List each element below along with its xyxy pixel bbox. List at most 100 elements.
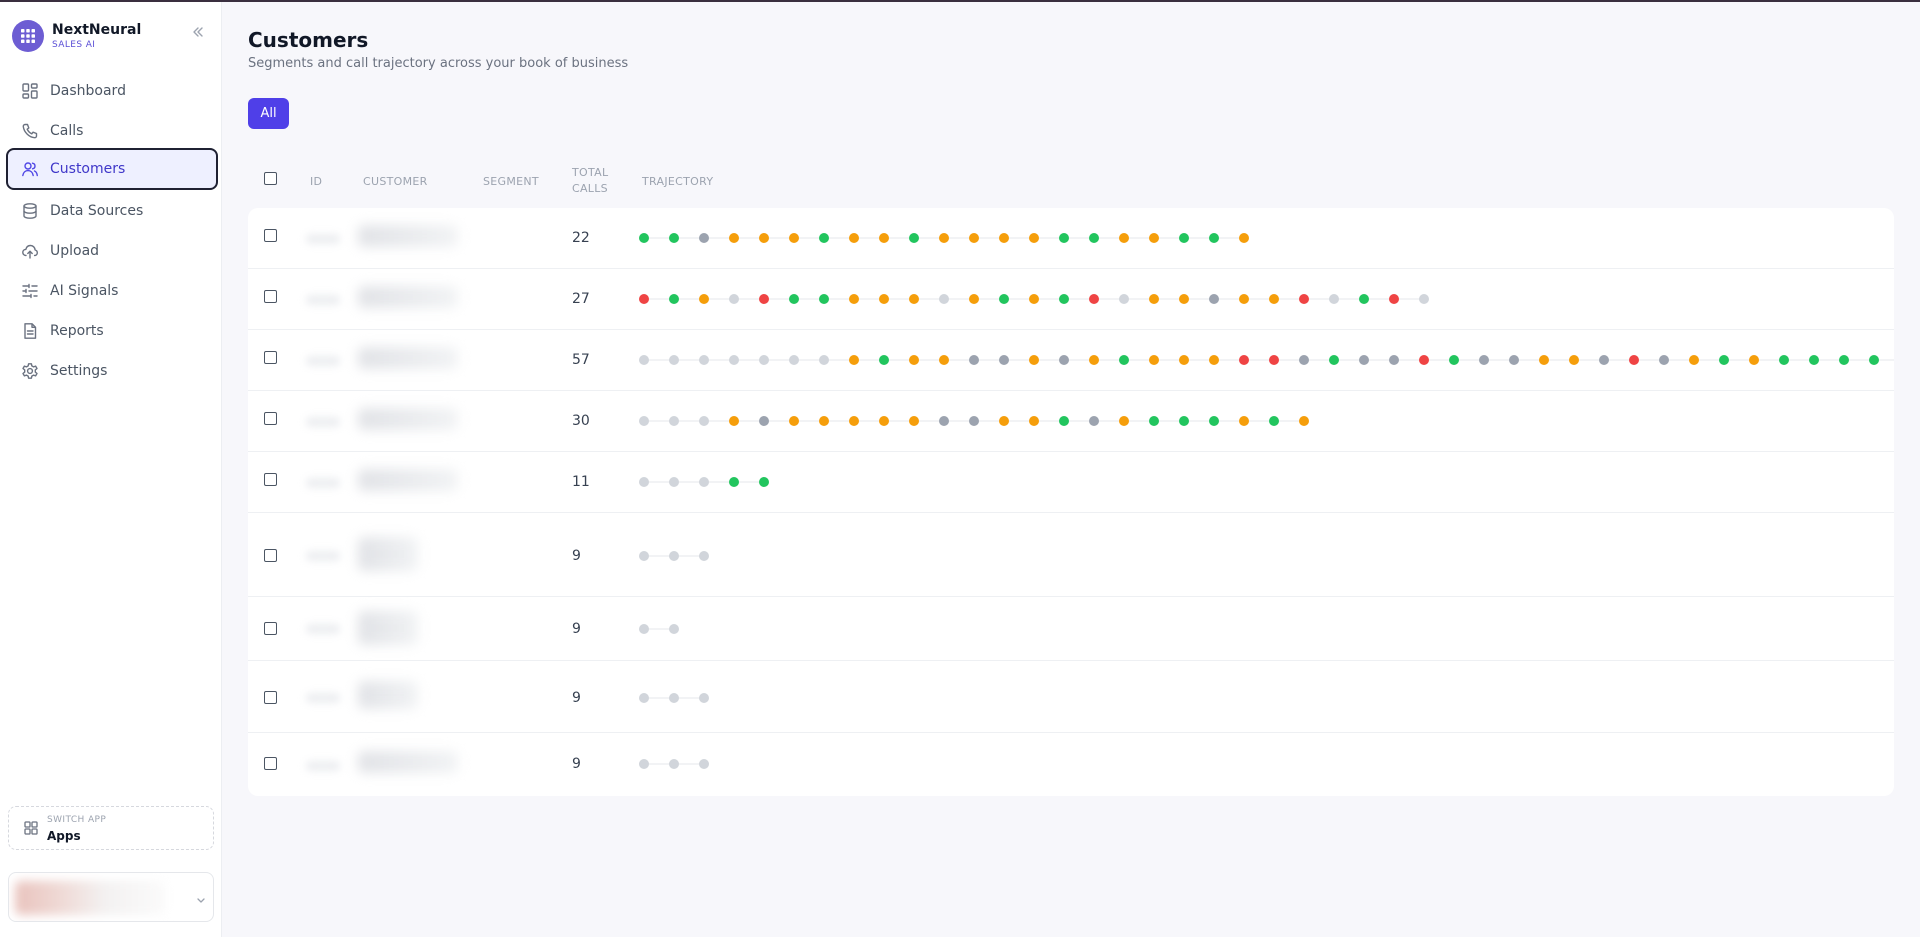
trajectory-dot[interactable]	[1149, 416, 1159, 426]
trajectory-dot[interactable]	[789, 233, 799, 243]
trajectory-dot[interactable]	[669, 355, 679, 365]
trajectory-dot[interactable]	[969, 294, 979, 304]
trajectory-dot[interactable]	[639, 477, 649, 487]
trajectory-dot[interactable]	[819, 416, 829, 426]
trajectory-dot[interactable]	[759, 233, 769, 243]
trajectory-dot[interactable]	[1029, 294, 1039, 304]
table-row[interactable]: 9	[248, 597, 1894, 661]
trajectory-dot[interactable]	[669, 294, 679, 304]
trajectory-dot[interactable]	[999, 416, 1009, 426]
trajectory-dot[interactable]	[1089, 416, 1099, 426]
trajectory-dot[interactable]	[1029, 416, 1039, 426]
trajectory-dot[interactable]	[1269, 294, 1279, 304]
trajectory-dot[interactable]	[1629, 355, 1639, 365]
trajectory-dot[interactable]	[729, 294, 739, 304]
trajectory-dot[interactable]	[699, 759, 709, 769]
trajectory-dot[interactable]	[1359, 294, 1369, 304]
header-customer[interactable]: CUSTOMER	[363, 174, 428, 189]
trajectory-dot[interactable]	[669, 759, 679, 769]
trajectory-dot[interactable]	[909, 233, 919, 243]
row-checkbox[interactable]	[264, 757, 277, 770]
trajectory-dot[interactable]	[1389, 294, 1399, 304]
nav-item-customers[interactable]: Customers	[6, 148, 218, 190]
trajectory-dot[interactable]	[1059, 233, 1069, 243]
collapse-sidebar-icon[interactable]	[190, 24, 206, 40]
trajectory-dot[interactable]	[699, 551, 709, 561]
select-all-checkbox[interactable]	[264, 172, 277, 185]
trajectory-dot[interactable]	[1419, 355, 1429, 365]
trajectory-dot[interactable]	[1269, 355, 1279, 365]
trajectory-dot[interactable]	[639, 294, 649, 304]
header-total[interactable]: TOTAL	[572, 165, 608, 180]
trajectory-dot[interactable]	[699, 477, 709, 487]
row-checkbox[interactable]	[264, 229, 277, 242]
nav-item-ai-signals[interactable]: AI Signals	[6, 270, 218, 312]
trajectory-dot[interactable]	[699, 355, 709, 365]
table-row[interactable]: 57	[248, 330, 1894, 391]
trajectory-dot[interactable]	[1149, 233, 1159, 243]
trajectory-dot[interactable]	[639, 416, 649, 426]
trajectory-dot[interactable]	[909, 294, 919, 304]
trajectory-dot[interactable]	[669, 416, 679, 426]
trajectory-dot[interactable]	[729, 233, 739, 243]
trajectory-dot[interactable]	[1329, 355, 1339, 365]
trajectory-dot[interactable]	[639, 233, 649, 243]
trajectory-dot[interactable]	[639, 759, 649, 769]
row-checkbox[interactable]	[264, 412, 277, 425]
trajectory-dot[interactable]	[789, 355, 799, 365]
trajectory-dot[interactable]	[1089, 233, 1099, 243]
customer-name-blurred[interactable]	[358, 347, 458, 369]
trajectory-dot[interactable]	[1119, 294, 1129, 304]
customer-name-blurred[interactable]	[358, 225, 458, 247]
trajectory-dot[interactable]	[1569, 355, 1579, 365]
user-menu[interactable]	[8, 872, 214, 922]
filter-all-button[interactable]: All	[248, 98, 289, 129]
trajectory-dot[interactable]	[1299, 355, 1309, 365]
row-checkbox[interactable]	[264, 691, 277, 704]
trajectory-dot[interactable]	[699, 693, 709, 703]
trajectory-dot[interactable]	[1059, 294, 1069, 304]
trajectory-dot[interactable]	[699, 416, 709, 426]
trajectory-dot[interactable]	[849, 416, 859, 426]
brand[interactable]: NextNeural SALES AI	[12, 18, 212, 52]
trajectory-dot[interactable]	[849, 355, 859, 365]
trajectory-dot[interactable]	[1179, 416, 1189, 426]
trajectory-dot[interactable]	[939, 294, 949, 304]
trajectory-dot[interactable]	[1239, 294, 1249, 304]
trajectory-dot[interactable]	[879, 294, 889, 304]
trajectory-dot[interactable]	[1149, 355, 1159, 365]
row-checkbox[interactable]	[264, 622, 277, 635]
trajectory-dot[interactable]	[1359, 355, 1369, 365]
trajectory-dot[interactable]	[639, 693, 649, 703]
trajectory-dot[interactable]	[1029, 233, 1039, 243]
trajectory-dot[interactable]	[1239, 233, 1249, 243]
trajectory-dot[interactable]	[1299, 294, 1309, 304]
switch-app-button[interactable]: SWITCH APP Apps	[8, 806, 214, 850]
customer-name-blurred[interactable]	[358, 469, 458, 491]
trajectory-dot[interactable]	[1689, 355, 1699, 365]
trajectory-dot[interactable]	[1509, 355, 1519, 365]
trajectory-dot[interactable]	[969, 355, 979, 365]
trajectory-dot[interactable]	[849, 294, 859, 304]
trajectory-dot[interactable]	[639, 624, 649, 634]
trajectory-dot[interactable]	[999, 233, 1009, 243]
row-checkbox[interactable]	[264, 351, 277, 364]
trajectory-dot[interactable]	[789, 294, 799, 304]
customer-name-blurred[interactable]	[358, 537, 418, 571]
trajectory-dot[interactable]	[999, 294, 1009, 304]
trajectory-dot[interactable]	[909, 355, 919, 365]
trajectory-dot[interactable]	[1329, 294, 1339, 304]
trajectory-dot[interactable]	[1209, 355, 1219, 365]
table-row[interactable]: 9	[248, 733, 1894, 796]
trajectory-dot[interactable]	[639, 355, 649, 365]
trajectory-dot[interactable]	[1239, 416, 1249, 426]
trajectory-dot[interactable]	[939, 233, 949, 243]
trajectory-dot[interactable]	[1599, 355, 1609, 365]
trajectory-dot[interactable]	[1749, 355, 1759, 365]
row-checkbox[interactable]	[264, 290, 277, 303]
trajectory-dot[interactable]	[669, 233, 679, 243]
trajectory-dot[interactable]	[879, 355, 889, 365]
trajectory-dot[interactable]	[849, 233, 859, 243]
trajectory-dot[interactable]	[1029, 355, 1039, 365]
trajectory-dot[interactable]	[819, 233, 829, 243]
